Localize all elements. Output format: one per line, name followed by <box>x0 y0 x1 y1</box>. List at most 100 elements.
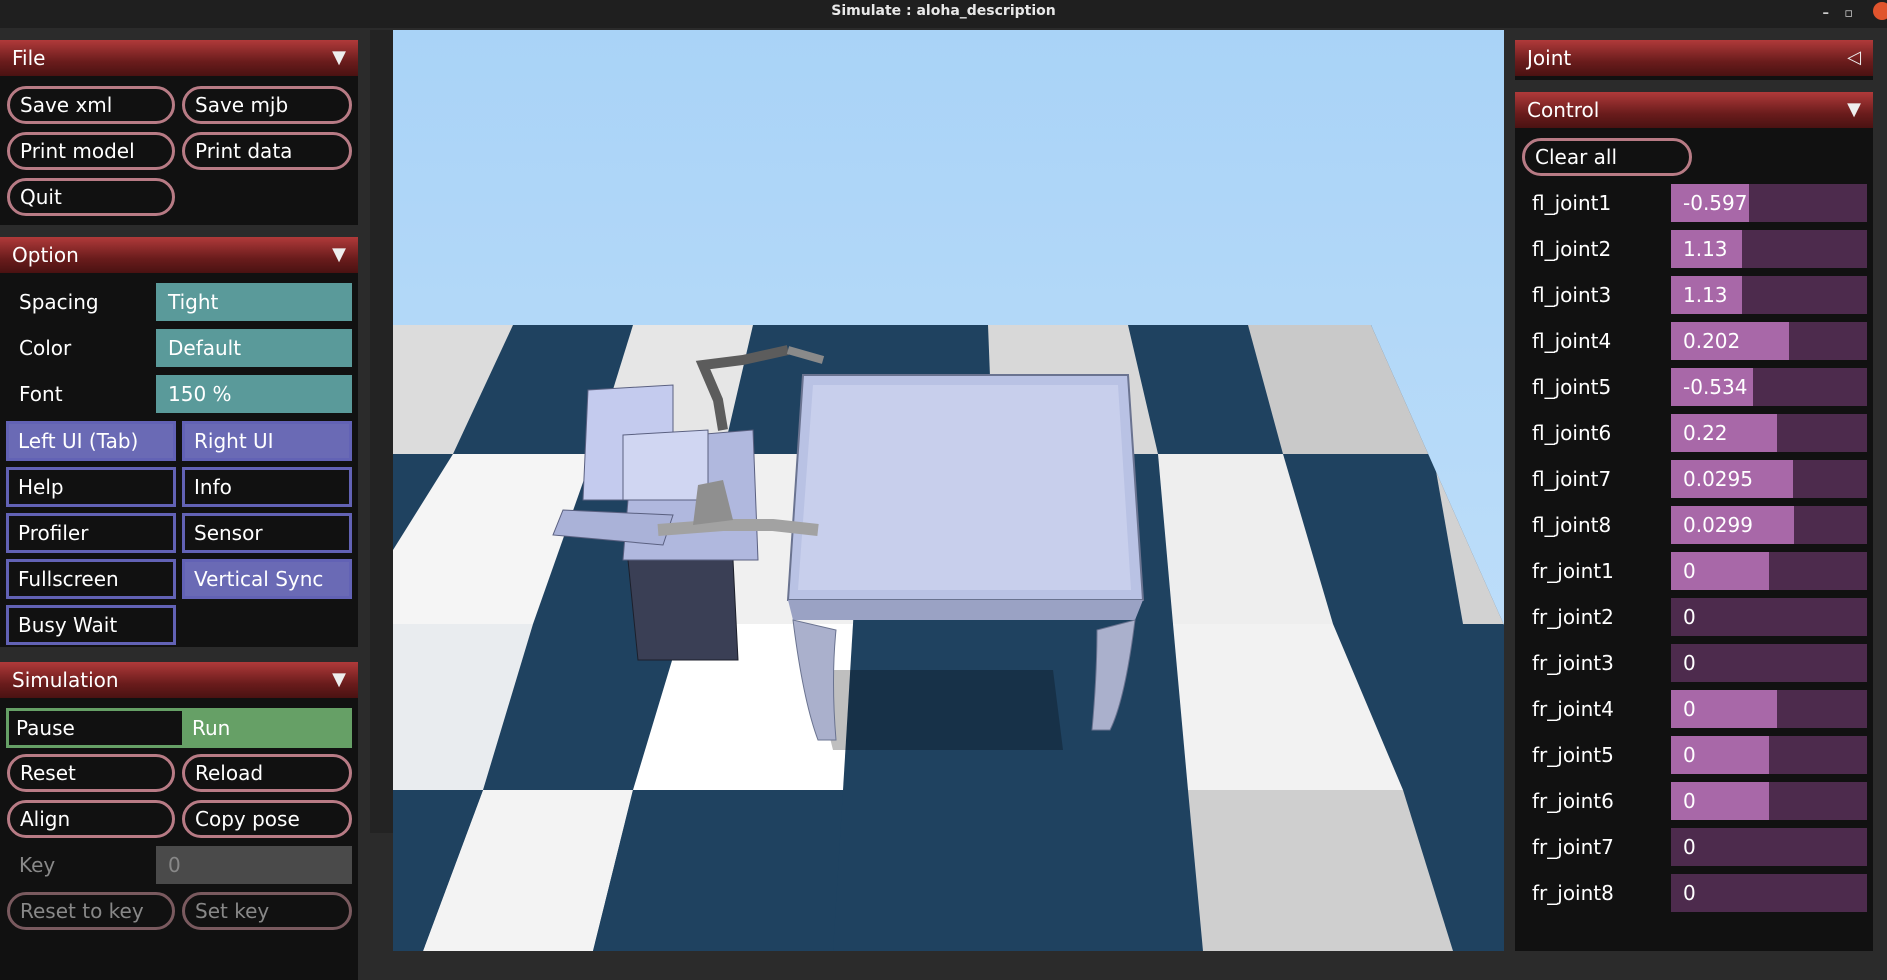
panel-scrollbar[interactable] <box>370 30 393 833</box>
save-xml-button[interactable]: Save xml <box>7 86 175 124</box>
slider-value: 0 <box>1683 743 1696 767</box>
joint-slider-fl_joint8[interactable]: 0.0299 <box>1671 506 1867 544</box>
slider-value: 0 <box>1683 651 1696 675</box>
collapse-triangle-icon[interactable]: ▼ <box>332 662 346 698</box>
slider-value: 0.202 <box>1683 329 1741 353</box>
slider-value: 1.13 <box>1683 283 1728 307</box>
right-ui-toggle[interactable]: Right UI <box>182 421 352 461</box>
joint-slider-fl_joint2[interactable]: 1.13 <box>1671 230 1867 268</box>
save-mjb-button[interactable]: Save mjb <box>182 86 352 124</box>
expand-triangle-icon[interactable]: ◁ <box>1847 40 1861 76</box>
slider-value: 0.22 <box>1683 421 1728 445</box>
joint-slider-fr_joint7[interactable]: 0 <box>1671 828 1867 866</box>
joint-label-fl_joint8: fl_joint8 <box>1532 513 1612 537</box>
joint-slider-fr_joint1[interactable]: 0 <box>1671 552 1867 590</box>
minimize-icon[interactable]: – <box>1823 3 1830 25</box>
joint-label-fr_joint3: fr_joint3 <box>1532 651 1614 675</box>
print-model-button[interactable]: Print model <box>7 132 175 170</box>
joint-label-fr_joint2: fr_joint2 <box>1532 605 1614 629</box>
joint-label-fl_joint4: fl_joint4 <box>1532 329 1612 353</box>
control-section: Control ▼ Clear all fl_joint1 -0.597 fl_jo… <box>1515 92 1873 951</box>
control-title: Control <box>1527 98 1600 122</box>
joint-label-fl_joint7: fl_joint7 <box>1532 467 1612 491</box>
simulation-section: Simulation ▼ Pause Run Reset Reload Alig… <box>0 662 358 980</box>
spacing-label: Spacing <box>19 290 99 314</box>
vertical-sync-toggle[interactable]: Vertical Sync <box>182 559 352 599</box>
collapse-triangle-icon[interactable]: ▼ <box>332 237 346 273</box>
joint-slider-fr_joint6[interactable]: 0 <box>1671 782 1867 820</box>
copy-pose-button[interactable]: Copy pose <box>182 800 352 838</box>
collapse-triangle-icon[interactable]: ▼ <box>332 40 346 76</box>
joint-slider-fr_joint8[interactable]: 0 <box>1671 874 1867 912</box>
joint-label-fr_joint4: fr_joint4 <box>1532 697 1614 721</box>
joint-label-fr_joint1: fr_joint1 <box>1532 559 1614 583</box>
joint-slider-fl_joint3[interactable]: 1.13 <box>1671 276 1867 314</box>
slider-value: 0 <box>1683 559 1696 583</box>
3d-viewport[interactable] <box>393 30 1504 951</box>
window-title: Simulate : aloha_description <box>831 3 1056 19</box>
help-toggle[interactable]: Help <box>6 467 176 507</box>
simulation-header[interactable]: Simulation ▼ <box>0 662 358 698</box>
collapse-triangle-icon[interactable]: ▼ <box>1847 92 1861 128</box>
reload-button[interactable]: Reload <box>182 754 352 792</box>
option-section: Option ▼ Spacing Tight Color Default Fon… <box>0 237 358 647</box>
joint-label-fr_joint5: fr_joint5 <box>1532 743 1614 767</box>
joint-section: Joint ◁ <box>1515 40 1873 80</box>
align-button[interactable]: Align <box>7 800 175 838</box>
slider-value: 0 <box>1683 697 1696 721</box>
quit-button[interactable]: Quit <box>7 178 175 216</box>
busy-wait-toggle[interactable]: Busy Wait <box>6 605 176 645</box>
reset-button[interactable]: Reset <box>7 754 175 792</box>
joint-slider-fr_joint3[interactable]: 0 <box>1671 644 1867 682</box>
slider-value: -0.597 <box>1683 191 1748 215</box>
simulation-title: Simulation <box>12 668 119 692</box>
left-ui-toggle[interactable]: Left UI (Tab) <box>6 421 176 461</box>
right-ui-panel: Joint ◁ Control ▼ Clear all fl_joint1 -0.… <box>1514 30 1887 951</box>
key-slider[interactable]: 0 <box>156 846 352 884</box>
joint-label-fl_joint6: fl_joint6 <box>1532 421 1612 445</box>
profiler-toggle[interactable]: Profiler <box>6 513 176 553</box>
clear-all-button[interactable]: Clear all <box>1522 138 1692 176</box>
pause-run-radio[interactable]: Pause Run <box>6 708 352 748</box>
font-select[interactable]: 150 % <box>156 375 352 413</box>
set-key-button[interactable]: Set key <box>182 892 352 930</box>
joint-header[interactable]: Joint ◁ <box>1515 40 1873 76</box>
print-data-button[interactable]: Print data <box>182 132 352 170</box>
joint-slider-fr_joint4[interactable]: 0 <box>1671 690 1867 728</box>
joint-slider-fr_joint5[interactable]: 0 <box>1671 736 1867 774</box>
joint-slider-fl_joint5[interactable]: -0.534 <box>1671 368 1867 406</box>
option-header[interactable]: Option ▼ <box>0 237 358 273</box>
joint-slider-fl_joint6[interactable]: 0.22 <box>1671 414 1867 452</box>
sensor-toggle[interactable]: Sensor <box>182 513 352 553</box>
joint-label-fr_joint6: fr_joint6 <box>1532 789 1614 813</box>
spacing-select[interactable]: Tight <box>156 283 352 321</box>
font-label: Font <box>19 382 63 406</box>
joint-label-fl_joint2: fl_joint2 <box>1532 237 1612 261</box>
slider-value: 0 <box>1683 789 1696 813</box>
file-section: File ▼ Save xml Save mjb Print model Pri… <box>0 40 358 225</box>
slider-value: -0.534 <box>1683 375 1748 399</box>
reset-to-key-button[interactable]: Reset to key <box>7 892 175 930</box>
joint-slider-fl_joint7[interactable]: 0.0295 <box>1671 460 1867 498</box>
fullscreen-toggle[interactable]: Fullscreen <box>6 559 176 599</box>
color-select[interactable]: Default <box>156 329 352 367</box>
joint-slider-fl_joint4[interactable]: 0.202 <box>1671 322 1867 360</box>
info-toggle[interactable]: Info <box>182 467 352 507</box>
pause-option[interactable]: Pause <box>16 711 75 745</box>
file-header[interactable]: File ▼ <box>0 40 358 76</box>
scene-render <box>393 30 1504 951</box>
maximize-icon[interactable]: ▫ <box>1844 3 1853 25</box>
slider-value: 0 <box>1683 881 1696 905</box>
slider-value: 1.13 <box>1683 237 1728 261</box>
control-header[interactable]: Control ▼ <box>1515 92 1873 128</box>
joint-slider-fr_joint2[interactable]: 0 <box>1671 598 1867 636</box>
slider-value: 0 <box>1683 835 1696 859</box>
color-label: Color <box>19 336 72 360</box>
option-title: Option <box>12 243 79 267</box>
slider-value: 0.0295 <box>1683 467 1753 491</box>
joint-label-fr_joint7: fr_joint7 <box>1532 835 1614 859</box>
joint-label-fr_joint8: fr_joint8 <box>1532 881 1614 905</box>
joint-slider-fl_joint1[interactable]: -0.597 <box>1671 184 1867 222</box>
close-icon[interactable] <box>1873 2 1887 20</box>
run-option[interactable]: Run <box>182 711 352 745</box>
